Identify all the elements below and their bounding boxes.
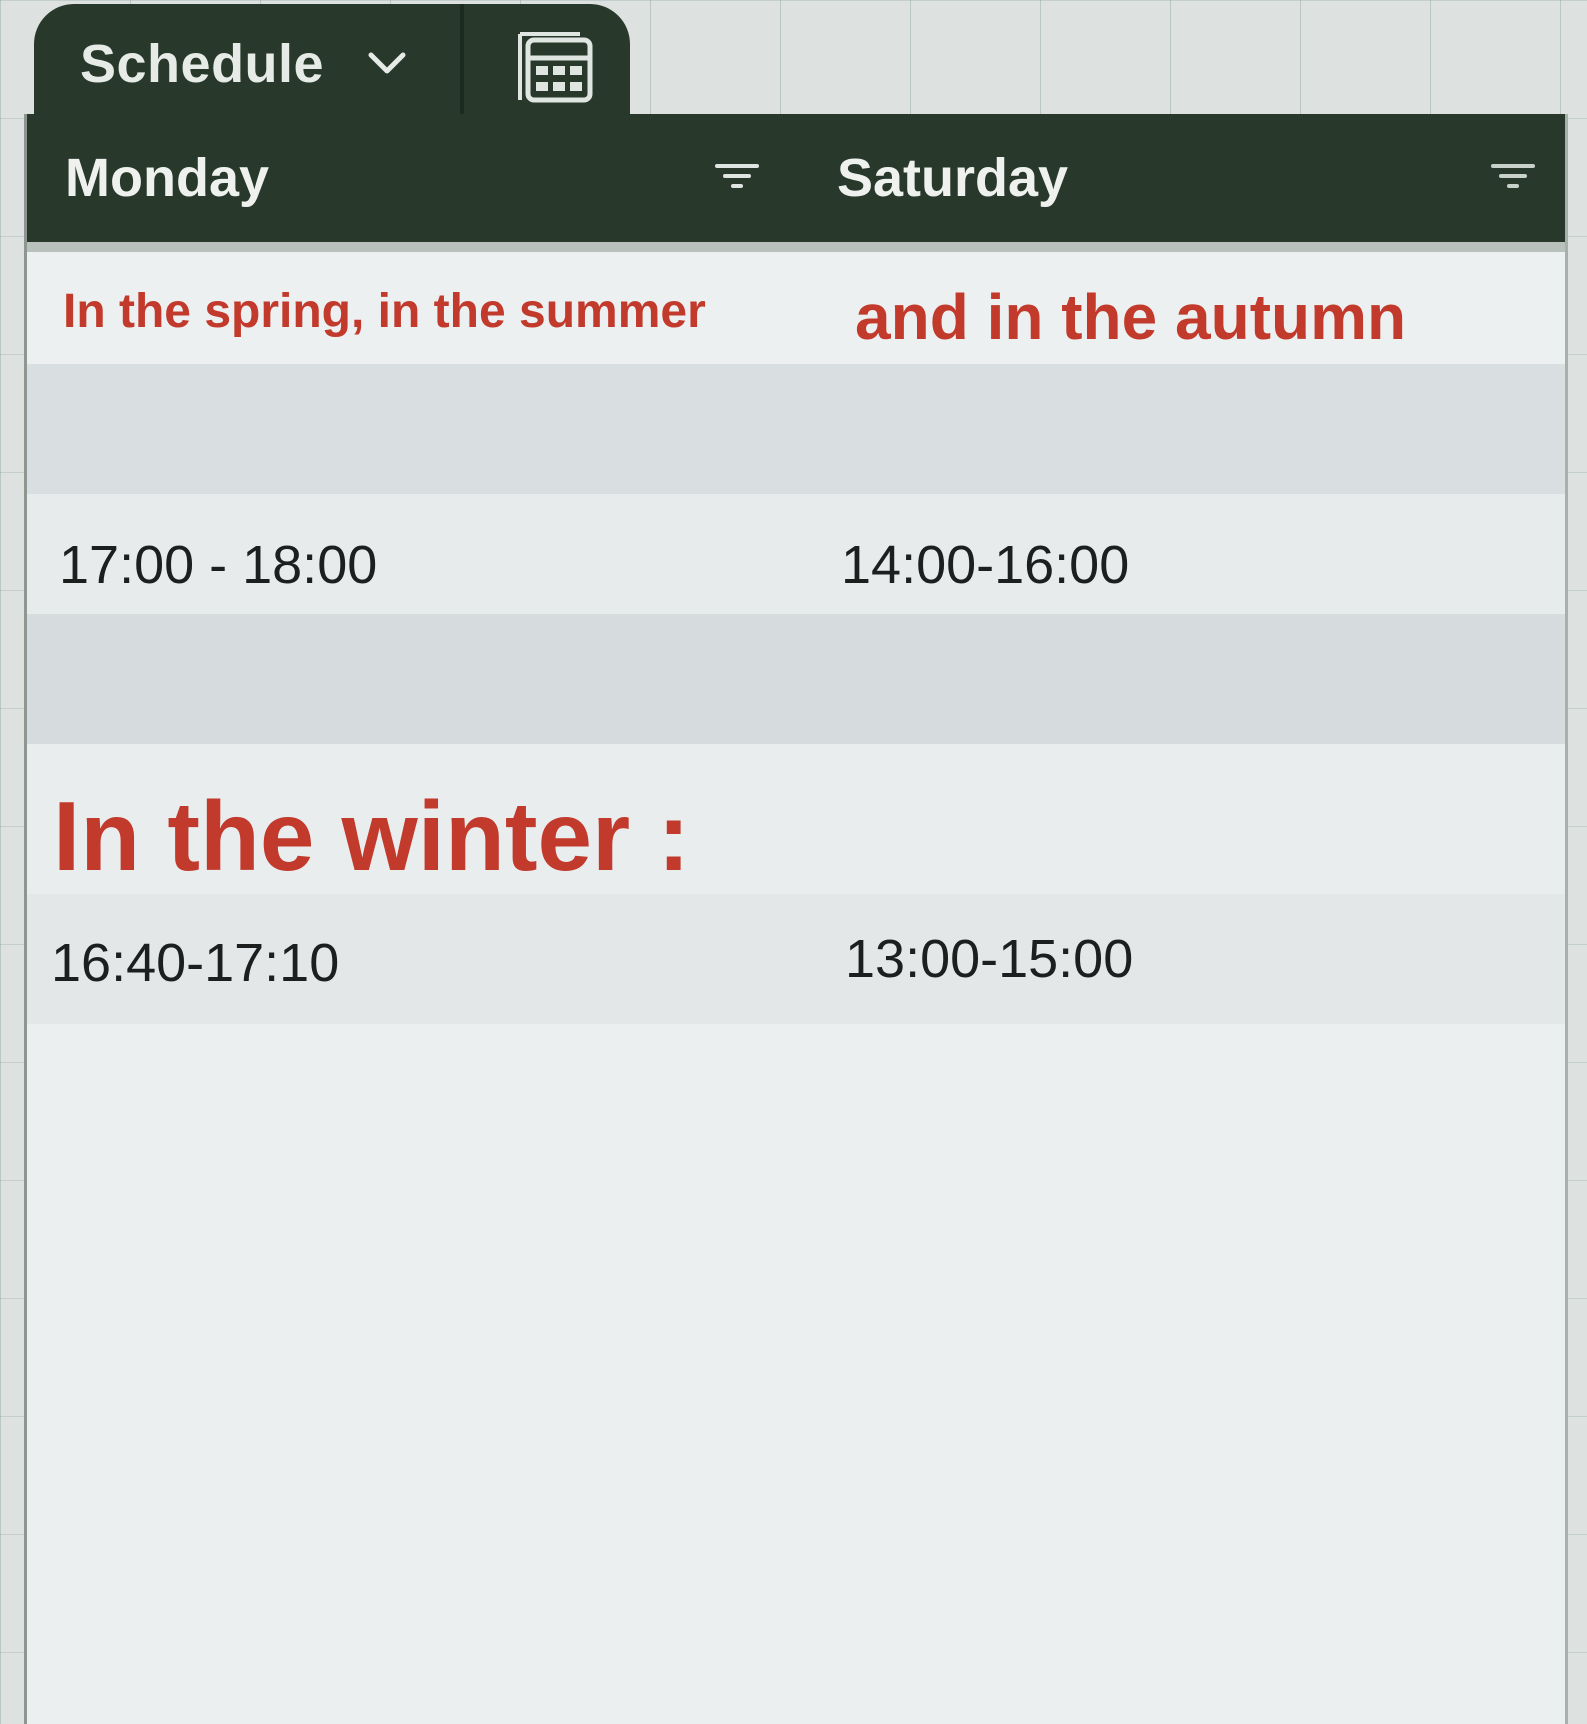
column-header-saturday[interactable]: Saturday [837, 114, 1068, 242]
schedule-table: Monday Saturday In the spring, in the su… [24, 114, 1568, 1724]
filter-icon[interactable] [1485, 158, 1541, 198]
column-header-monday[interactable]: Monday [65, 114, 269, 242]
monday-winter-time[interactable]: 16:40-17:10 [51, 932, 339, 994]
chevron-down-icon[interactable] [364, 41, 410, 87]
saturday-winter-time[interactable]: 13:00-15:00 [845, 928, 1133, 990]
column-header-label: Saturday [837, 148, 1069, 208]
sheet-tab-title: Schedule [80, 34, 325, 94]
saturday-spring-time[interactable]: 14:00-16:00 [841, 534, 1129, 596]
table-row[interactable] [27, 614, 1565, 744]
season-label-winter: In the winter : [53, 781, 690, 891]
filter-icon[interactable] [709, 158, 765, 198]
monday-spring-time[interactable]: 17:00 - 18:00 [59, 534, 377, 596]
tab-divider [460, 4, 464, 124]
column-header-label: Monday [65, 148, 270, 208]
table-row[interactable] [27, 364, 1565, 494]
season-label-spring-summer: In the spring, in the summer [63, 285, 706, 338]
season-label-autumn: and in the autumn [855, 281, 1407, 353]
calendar-grid-icon[interactable] [510, 30, 606, 110]
table-header: Monday Saturday [27, 114, 1565, 252]
sheet-tab[interactable]: Schedule [34, 4, 630, 124]
